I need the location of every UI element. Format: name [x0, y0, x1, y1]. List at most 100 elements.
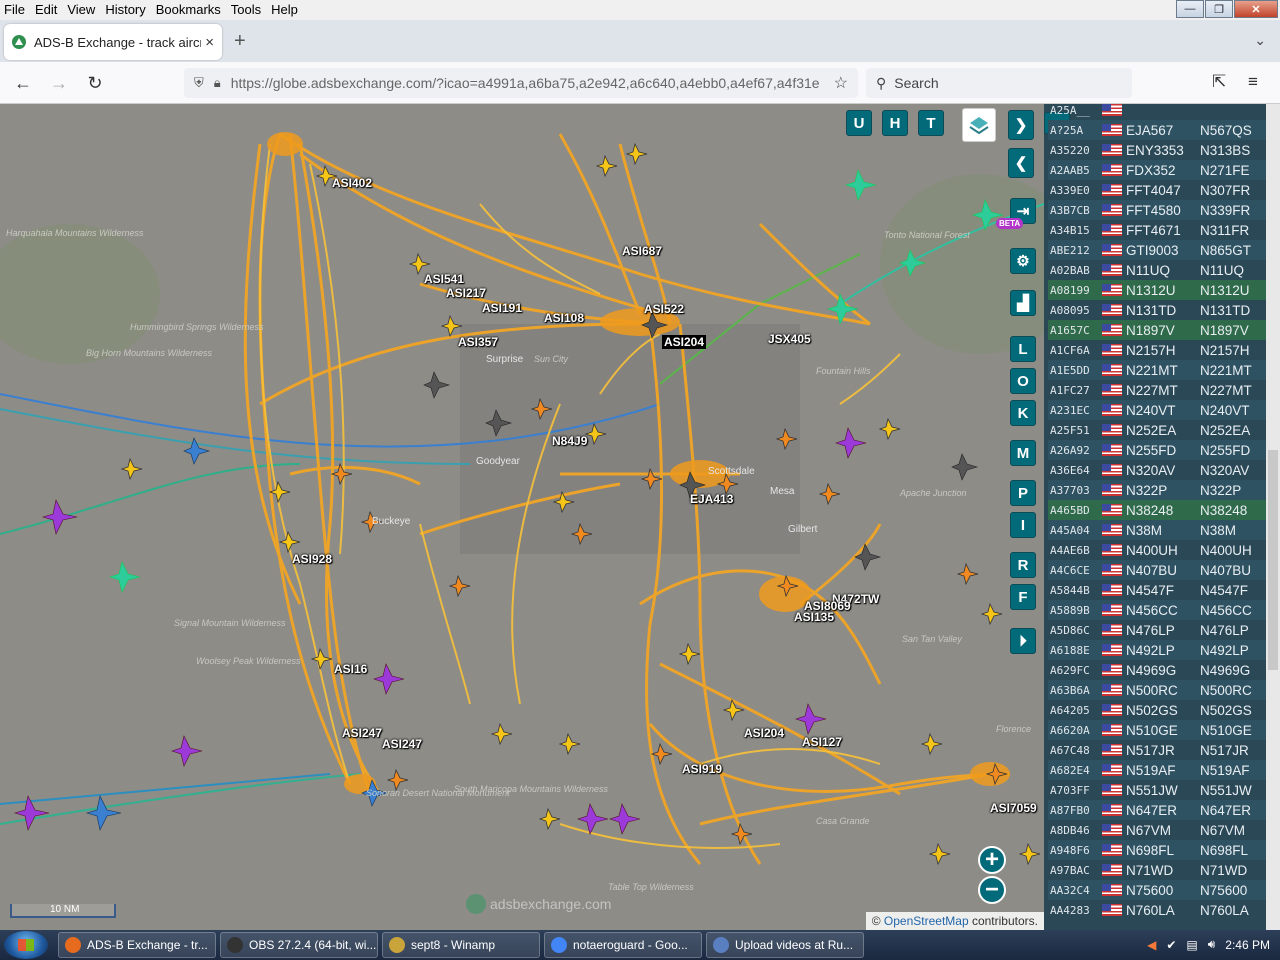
back-arrow-icon[interactable]: ← [12, 72, 34, 94]
taskbar-item[interactable]: notaeroguard - Goo... [544, 932, 702, 958]
tab-adsb[interactable]: ADS-B Exchange - track aircraft × [4, 24, 222, 60]
aircraft-label[interactable]: ASI135 [794, 610, 834, 624]
table-scrollbar[interactable] [1266, 104, 1280, 930]
close-window-button[interactable]: ✕ [1234, 0, 1278, 18]
maximize-button[interactable]: ❐ [1205, 0, 1233, 18]
menu-help[interactable]: Help [266, 0, 303, 20]
tray-flag-icon[interactable]: ◀ [1147, 938, 1156, 952]
map-button-o[interactable]: O [1010, 368, 1036, 394]
table-row[interactable]: A5844B N4547F N4547F [1048, 580, 1268, 600]
table-row[interactable]: A36E64 N320AV N320AV [1048, 460, 1268, 480]
minimize-button[interactable]: — [1176, 0, 1204, 18]
zoom-in-button[interactable]: + [978, 846, 1006, 874]
table-row[interactable]: A45A04 N38M N38M [1048, 520, 1268, 540]
clock[interactable]: 2:46 PM [1225, 938, 1270, 952]
table-row[interactable]: ABE212 GTI9003 N865GT [1048, 240, 1268, 260]
table-row[interactable]: A1657C N1897V N1897V [1048, 320, 1268, 340]
aircraft-label[interactable]: ASI217 [446, 286, 486, 300]
replay-icon[interactable]: ⏵ [1010, 628, 1036, 654]
aircraft-table[interactable]: ◂▸ A25A__A?25AEJA567N567QSA35220ENY3353N… [1044, 104, 1280, 930]
map-button-m[interactable]: M [1010, 440, 1036, 466]
stats-icon[interactable]: ▟ [1010, 290, 1036, 316]
table-row[interactable]: A67C48 N517JR N517JR [1048, 740, 1268, 760]
aircraft-label[interactable]: EJA413 [690, 492, 733, 506]
aircraft-label[interactable]: ASI402 [332, 176, 372, 190]
map-canvas[interactable] [0, 104, 1044, 930]
table-row[interactable]: A02BAB N11UQ N11UQ [1048, 260, 1268, 280]
aircraft-label[interactable]: ASI687 [622, 244, 662, 258]
map-button-k[interactable]: K [1010, 400, 1036, 426]
table-row[interactable]: A63B6A N500RC N500RC [1048, 680, 1268, 700]
map-button-h[interactable]: H [882, 110, 908, 136]
map-button-l[interactable]: L [1010, 336, 1036, 362]
menu-bookmarks[interactable]: Bookmarks [151, 0, 226, 20]
tracking-shield-icon[interactable]: ⛨ [194, 75, 204, 91]
osm-link[interactable]: OpenStreetMap [884, 914, 969, 928]
new-tab-button[interactable]: + [234, 30, 246, 53]
aircraft-label[interactable]: ASI522 [644, 302, 684, 316]
search-box[interactable]: ⚲ Search [866, 68, 1132, 98]
forward-arrow-icon[interactable]: → [48, 72, 70, 94]
aircraft-label[interactable]: ASI247 [342, 726, 382, 740]
table-row[interactable]: AA32C4 N75600 N75600 [1048, 880, 1268, 900]
bookmark-star-icon[interactable]: ☆ [834, 73, 848, 93]
flight-map[interactable]: Harquahala Mountains Wilderness Tonto Na… [0, 104, 1044, 930]
aircraft-label-selected[interactable]: ASI204 [662, 335, 707, 349]
menu-tools[interactable]: Tools [226, 0, 266, 20]
aircraft-label[interactable]: N84J9 [552, 434, 587, 448]
table-row[interactable]: A4C6CE N407BU N407BU [1048, 560, 1268, 580]
table-row[interactable]: A703FF N551JW N551JW [1048, 780, 1268, 800]
aircraft-label[interactable]: ASI541 [424, 272, 464, 286]
map-button-u[interactable]: U [846, 110, 872, 136]
menu-edit[interactable]: Edit [30, 0, 62, 20]
table-row[interactable]: A?25A EJA567 N567QS [1048, 120, 1268, 140]
table-row[interactable]: A25A__ [1048, 104, 1268, 120]
list-tabs-chevron-icon[interactable]: ⌄ [1254, 32, 1266, 49]
tray-security-icon[interactable]: ✔ [1166, 938, 1176, 952]
map-button-i[interactable]: I [1010, 512, 1036, 538]
table-row[interactable]: A682E4 N519AF N519AF [1048, 760, 1268, 780]
aircraft-label[interactable]: ASI16 [334, 662, 367, 676]
aircraft-label[interactable]: JSX405 [768, 332, 811, 346]
menu-file[interactable]: File [0, 0, 30, 20]
extensions-icon[interactable]: ⇱ [1212, 72, 1226, 92]
aircraft-label[interactable]: ASI247 [382, 737, 422, 751]
table-row[interactable]: A4AE6B N400UH N400UH [1048, 540, 1268, 560]
table-row[interactable]: AA4283 N760LA N760LA [1048, 900, 1268, 920]
table-row[interactable]: A97BAC N71WD N71WD [1048, 860, 1268, 880]
taskbar-item[interactable]: Upload videos at Ru... [706, 932, 864, 958]
table-row[interactable]: A6188E N492LP N492LP [1048, 640, 1268, 660]
table-row[interactable]: A08095 N131TD N131TD [1048, 300, 1268, 320]
table-row[interactable]: A1E5DD N221MT N221MT [1048, 360, 1268, 380]
menu-history[interactable]: History [100, 0, 150, 20]
aircraft-label[interactable]: ASI7059 [990, 801, 1037, 815]
aircraft-label[interactable]: ASI191 [482, 301, 522, 315]
url-text[interactable]: https://globe.adsbexchange.com/?icao=a49… [231, 75, 824, 91]
aircraft-label[interactable]: ASI919 [682, 762, 722, 776]
table-row[interactable]: A948F6 N698FL N698FL [1048, 840, 1268, 860]
map-button-p[interactable]: P [1010, 480, 1036, 506]
table-row[interactable]: A6620A N510GE N510GE [1048, 720, 1268, 740]
aircraft-label[interactable]: ASI108 [544, 311, 584, 325]
table-row[interactable]: A2AAB5 FDX352 N271FE [1048, 160, 1268, 180]
taskbar-item[interactable]: OBS 27.2.4 (64-bit, wi... [220, 932, 378, 958]
settings-gear-icon[interactable]: ⚙ [1010, 248, 1036, 274]
table-row[interactable]: A3B7CB FFT4580 N339FR [1048, 200, 1268, 220]
table-row[interactable]: A34B15 FFT4671 N311FR [1048, 220, 1268, 240]
table-row[interactable]: A26A92 N255FD N255FD [1048, 440, 1268, 460]
table-row[interactable]: A37703 N322P N322P [1048, 480, 1268, 500]
map-button-t[interactable]: T [918, 110, 944, 136]
aircraft-label[interactable]: ASI204 [744, 726, 784, 740]
table-row[interactable]: A5D86C N476LP N476LP [1048, 620, 1268, 640]
table-row[interactable]: A64205 N502GS N502GS [1048, 700, 1268, 720]
table-row[interactable]: A1CF6A N2157H N2157H [1048, 340, 1268, 360]
table-row[interactable]: A35220 ENY3353 N313BS [1048, 140, 1268, 160]
collapse-right-icon[interactable]: ❯ [1008, 110, 1034, 140]
table-row[interactable]: A1FC27 N227MT N227MT [1048, 380, 1268, 400]
scrollbar-thumb[interactable] [1268, 450, 1278, 670]
table-row[interactable]: A629FC N4969G N4969G [1048, 660, 1268, 680]
table-row[interactable]: A8DB46 N67VM N67VM [1048, 820, 1268, 840]
network-icon[interactable]: ▤ [1186, 938, 1197, 952]
volume-icon[interactable]: 🔊︎ [1208, 937, 1216, 952]
start-button[interactable] [4, 931, 48, 959]
